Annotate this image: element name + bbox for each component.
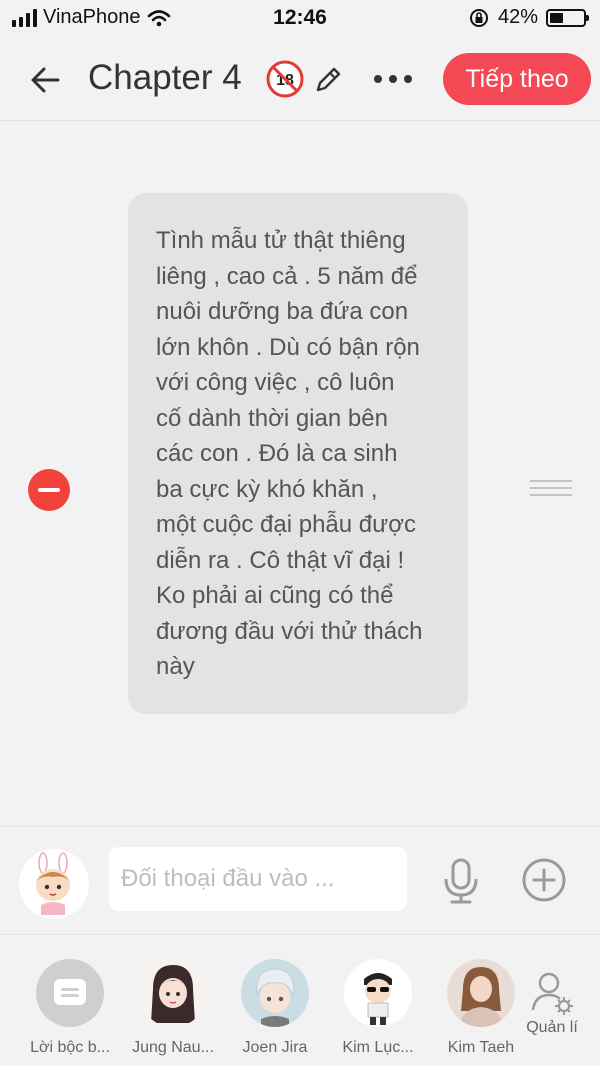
sunglasses-avatar [344, 959, 412, 1027]
battery-fill [550, 12, 564, 23]
current-speaker-avatar[interactable] [19, 849, 89, 919]
character-joen[interactable]: Joen Jira [230, 959, 320, 1057]
dialogue-input[interactable]: Đối thoại đầu vào ... [109, 847, 407, 911]
character-name: Kim Lục... [342, 1039, 414, 1056]
character-kim-luc[interactable]: Kim Lục... [333, 959, 423, 1057]
age-18-icon: 18 [266, 60, 304, 98]
manage-label: Quản lí [526, 1019, 578, 1036]
character-name: Joen Jira [242, 1039, 308, 1056]
add-icon[interactable] [521, 857, 567, 903]
character-kim-taeh[interactable]: Kim Taeh [436, 959, 526, 1057]
microphone-icon[interactable] [440, 857, 482, 905]
delete-message-button[interactable] [28, 469, 70, 511]
chapter-title[interactable]: Chapter 4 [88, 58, 242, 98]
pencil-icon[interactable] [312, 64, 344, 96]
character-name: Kim Taeh [447, 1039, 515, 1056]
narration-icon [36, 959, 104, 1027]
drag-handle-icon[interactable] [530, 480, 572, 498]
message-text: Tình mẫu tử thật thiêng liêng , cao cả .… [156, 227, 423, 680]
message-bubble[interactable]: Tình mẫu tử thật thiêng liêng , cao cả .… [128, 193, 468, 714]
character-jung[interactable]: Jung Nau... [128, 959, 218, 1057]
character-name: Jung Nau... [132, 1039, 214, 1056]
next-button[interactable]: Tiếp theo [443, 53, 591, 105]
battery-icon [546, 8, 589, 27]
manage-characters-button[interactable]: Quản lí [522, 970, 582, 1037]
chapter-header: Chapter 4 18 Tiếp theo [0, 40, 600, 121]
status-right: 42% [468, 6, 589, 29]
character-name: Lời bộc b... [30, 1039, 110, 1056]
more-icon[interactable] [374, 72, 416, 86]
rotation-lock-icon [469, 8, 488, 27]
back-arrow-icon[interactable] [28, 62, 64, 98]
white-hair-avatar [241, 959, 309, 1027]
battery-percent: 42% [497, 6, 538, 28]
status-bar: VinaPhone 12:46 42% [0, 0, 600, 40]
character-strip: Lời bộc b... Jung Nau... Joen Jira Kim L… [0, 934, 600, 1066]
girl-avatar [139, 959, 207, 1027]
photo-avatar [447, 959, 515, 1027]
character-narration[interactable]: Lời bộc b... [25, 959, 115, 1057]
user-gear-icon [531, 972, 573, 1015]
input-bar: Đối thoại đầu vào ... [0, 826, 600, 935]
bunny-boy-avatar-icon [36, 852, 70, 915]
